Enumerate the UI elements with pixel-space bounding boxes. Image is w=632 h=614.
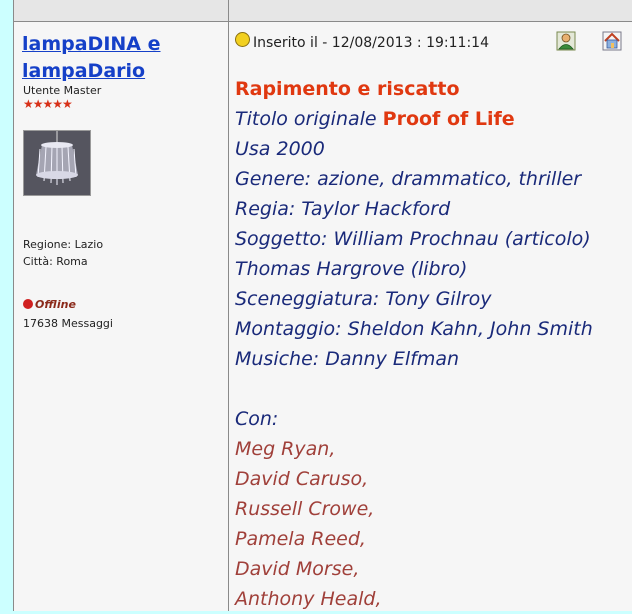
cast-member: Anthony Heald, xyxy=(235,588,382,610)
info-line: Thomas Hargrove (libro) xyxy=(235,258,468,280)
cast-member: David Caruso, xyxy=(235,468,369,490)
info-line: Usa 2000 xyxy=(235,138,325,160)
info-line: Regia: Taylor Hackford xyxy=(235,198,451,220)
author-name-link[interactable]: lampaDINA e lampaDario xyxy=(22,31,222,85)
author-rank: Utente Master xyxy=(23,84,102,97)
offline-icon xyxy=(23,299,33,309)
cast-label: Con: xyxy=(235,408,279,430)
film-title: Rapimento e riscatto xyxy=(235,78,460,100)
author-city: Città: Roma xyxy=(23,255,88,268)
info-line: Soggetto: William Prochnau (articolo) xyxy=(235,228,591,250)
post-column: Inserito il - 12/08/2013 : 19:11:14 Rapi… xyxy=(229,22,632,611)
smiley-icon xyxy=(235,32,250,47)
post-meta: Inserito il - 12/08/2013 : 19:11:14 xyxy=(235,32,489,51)
cast-member: David Morse, xyxy=(235,558,360,580)
table-header-bar xyxy=(14,0,632,22)
post-body: Rapimento e riscatto Titolo originale Pr… xyxy=(235,74,632,614)
info-line: Musiche: Danny Elfman xyxy=(235,348,460,370)
forum-post-table: lampaDINA e lampaDario Utente Master ★★★… xyxy=(13,0,632,611)
status-badge: Offline xyxy=(23,298,76,311)
cast-member: Russell Crowe, xyxy=(235,498,375,520)
author-message-count: 17638 Messaggi xyxy=(23,317,113,330)
profile-icon[interactable] xyxy=(556,30,576,52)
cast-member: Meg Ryan, xyxy=(235,438,336,460)
rank-stars: ★★★★★ xyxy=(23,97,73,111)
cast-member: Pamela Reed, xyxy=(235,528,366,550)
original-title-line: Titolo originale Proof of Life xyxy=(235,104,632,134)
original-title: Proof of Life xyxy=(382,108,515,130)
author-region: Regione: Lazio xyxy=(23,238,104,251)
header-divider xyxy=(228,0,229,21)
info-line: Genere: azione, drammatico, thriller xyxy=(235,168,582,190)
avatar xyxy=(23,130,91,196)
post-date: Inserito il - 12/08/2013 : 19:11:14 xyxy=(253,35,489,51)
post-title-line: Rapimento e riscatto xyxy=(235,74,632,104)
home-icon[interactable] xyxy=(602,30,622,52)
status-label: Offline xyxy=(35,298,76,311)
info-line: Sceneggiatura: Tony Gilroy xyxy=(235,288,492,310)
author-column: lampaDINA e lampaDario Utente Master ★★★… xyxy=(14,22,229,611)
chandelier-image xyxy=(24,131,90,195)
info-line: Montaggio: Sheldon Kahn, John Smith xyxy=(235,318,593,340)
original-title-label: Titolo originale xyxy=(235,108,377,130)
